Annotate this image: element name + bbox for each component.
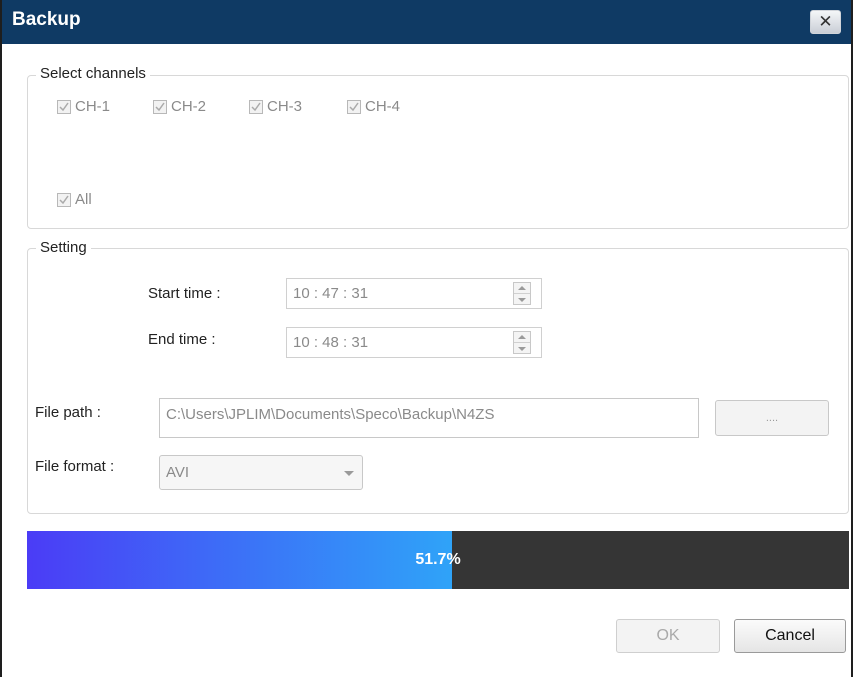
setting-label: Setting <box>36 239 91 256</box>
chevron-down-icon <box>344 471 354 476</box>
start-time-label: Start time : <box>148 285 221 302</box>
checkbox-check-icon <box>347 99 361 114</box>
end-time-label: End time : <box>148 331 216 348</box>
title-bar[interactable]: Backup ✕ <box>2 0 851 44</box>
spin-down-icon[interactable] <box>514 294 530 305</box>
file-format-value: AVI <box>166 464 190 481</box>
checkbox-label: All <box>75 191 92 208</box>
checkbox-ch4[interactable]: CH-4 <box>347 98 400 115</box>
checkbox-check-icon <box>153 99 167 114</box>
ok-button[interactable]: OK <box>616 619 720 653</box>
select-channels-group <box>27 75 849 229</box>
backup-dialog: Backup ✕ Select channels CH-1 CH-2 CH-3 … <box>0 0 853 677</box>
checkbox-ch2[interactable]: CH-2 <box>153 98 206 115</box>
end-time-spin-buttons[interactable] <box>513 331 531 354</box>
start-time-spinner[interactable]: 10 : 47 : 31 <box>286 278 542 309</box>
browse-label: .... <box>765 412 779 424</box>
checkbox-label: CH-2 <box>171 98 207 115</box>
start-time-value: 10 : 47 : 31 <box>293 285 369 302</box>
browse-button[interactable]: .... <box>715 400 829 436</box>
checkbox-ch3[interactable]: CH-3 <box>249 98 302 115</box>
spin-up-icon[interactable] <box>514 332 530 343</box>
dialog-title: Backup <box>12 9 81 30</box>
end-time-spinner[interactable]: 10 : 48 : 31 <box>286 327 542 358</box>
cancel-button[interactable]: Cancel <box>734 619 846 653</box>
close-button[interactable]: ✕ <box>810 10 841 34</box>
checkbox-check-icon <box>57 99 71 114</box>
checkbox-label: CH-1 <box>75 98 111 115</box>
progress-text: 51.7% <box>415 551 461 568</box>
backup-progress-bar: 51.7% <box>27 531 849 589</box>
checkbox-label: CH-3 <box>267 98 303 115</box>
checkbox-all[interactable]: All <box>57 191 92 208</box>
file-path-input[interactable]: C:\Users\JPLIM\Documents\Speco\Backup\N4… <box>159 398 699 438</box>
spin-up-icon[interactable] <box>514 283 530 294</box>
file-format-select[interactable]: AVI <box>159 455 363 490</box>
select-channels-label: Select channels <box>36 65 150 82</box>
checkbox-check-icon <box>249 99 263 114</box>
checkbox-check-icon <box>57 192 71 207</box>
file-format-label: File format : <box>35 458 115 475</box>
end-time-value: 10 : 48 : 31 <box>293 334 369 351</box>
close-icon: ✕ <box>818 12 833 31</box>
checkbox-ch1[interactable]: CH-1 <box>57 98 110 115</box>
checkbox-label: CH-4 <box>365 98 401 115</box>
start-time-spin-buttons[interactable] <box>513 282 531 305</box>
file-path-label: File path : <box>35 404 101 421</box>
file-path-value: C:\Users\JPLIM\Documents\Speco\Backup\N4… <box>166 406 495 423</box>
spin-down-icon[interactable] <box>514 343 530 354</box>
